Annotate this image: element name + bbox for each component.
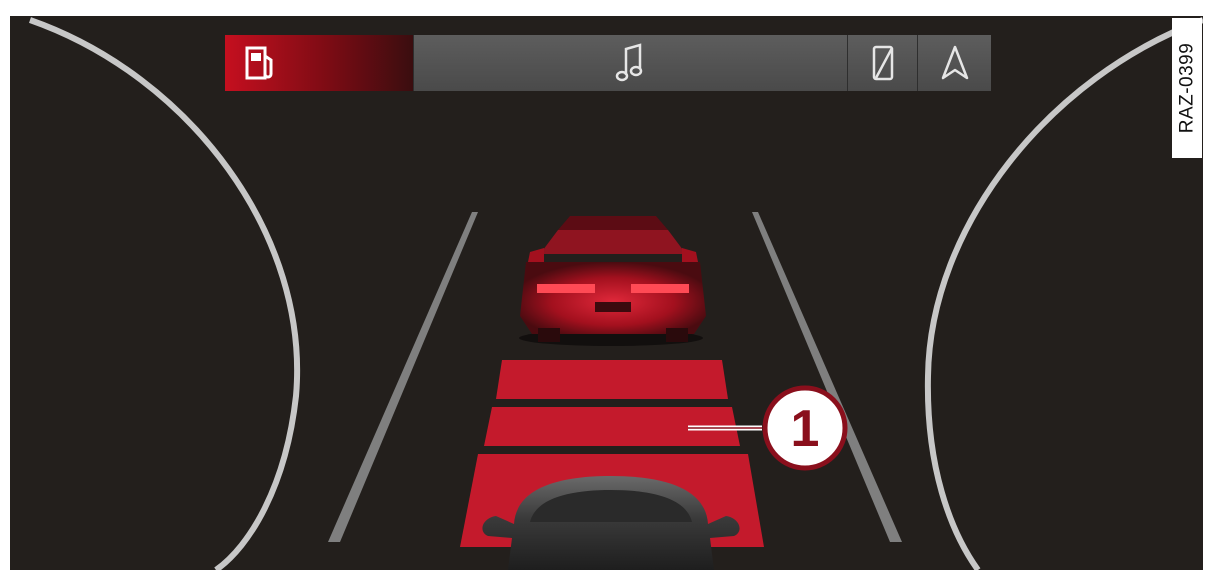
tab-phone[interactable] <box>847 35 917 91</box>
tab-media[interactable] <box>413 35 847 91</box>
figure-frame: 1 RAZ-0399 <box>0 0 1213 570</box>
left-gauge-ring <box>29 17 301 570</box>
assist-scene: 1 <box>29 17 1203 570</box>
tab-fuel[interactable] <box>225 35 413 91</box>
instrument-cluster-display: 1 <box>10 16 1203 570</box>
warning-zone-segment <box>496 360 728 399</box>
phone-off-icon <box>872 45 893 81</box>
tab-navigation[interactable] <box>917 35 991 91</box>
right-lane-line <box>752 212 902 542</box>
fuel-pump-icon <box>245 46 273 80</box>
top-status-bar <box>225 35 991 91</box>
callout-number: 1 <box>791 400 820 458</box>
right-gauge-ring <box>924 17 1203 570</box>
navigation-arrow-icon <box>941 45 968 80</box>
reference-code: RAZ-0399 <box>1176 42 1198 134</box>
music-note-icon <box>615 43 642 82</box>
left-lane-line <box>328 212 478 542</box>
figure-reference-label: RAZ-0399 <box>1172 18 1202 158</box>
vehicle-ahead-icon <box>519 216 706 346</box>
